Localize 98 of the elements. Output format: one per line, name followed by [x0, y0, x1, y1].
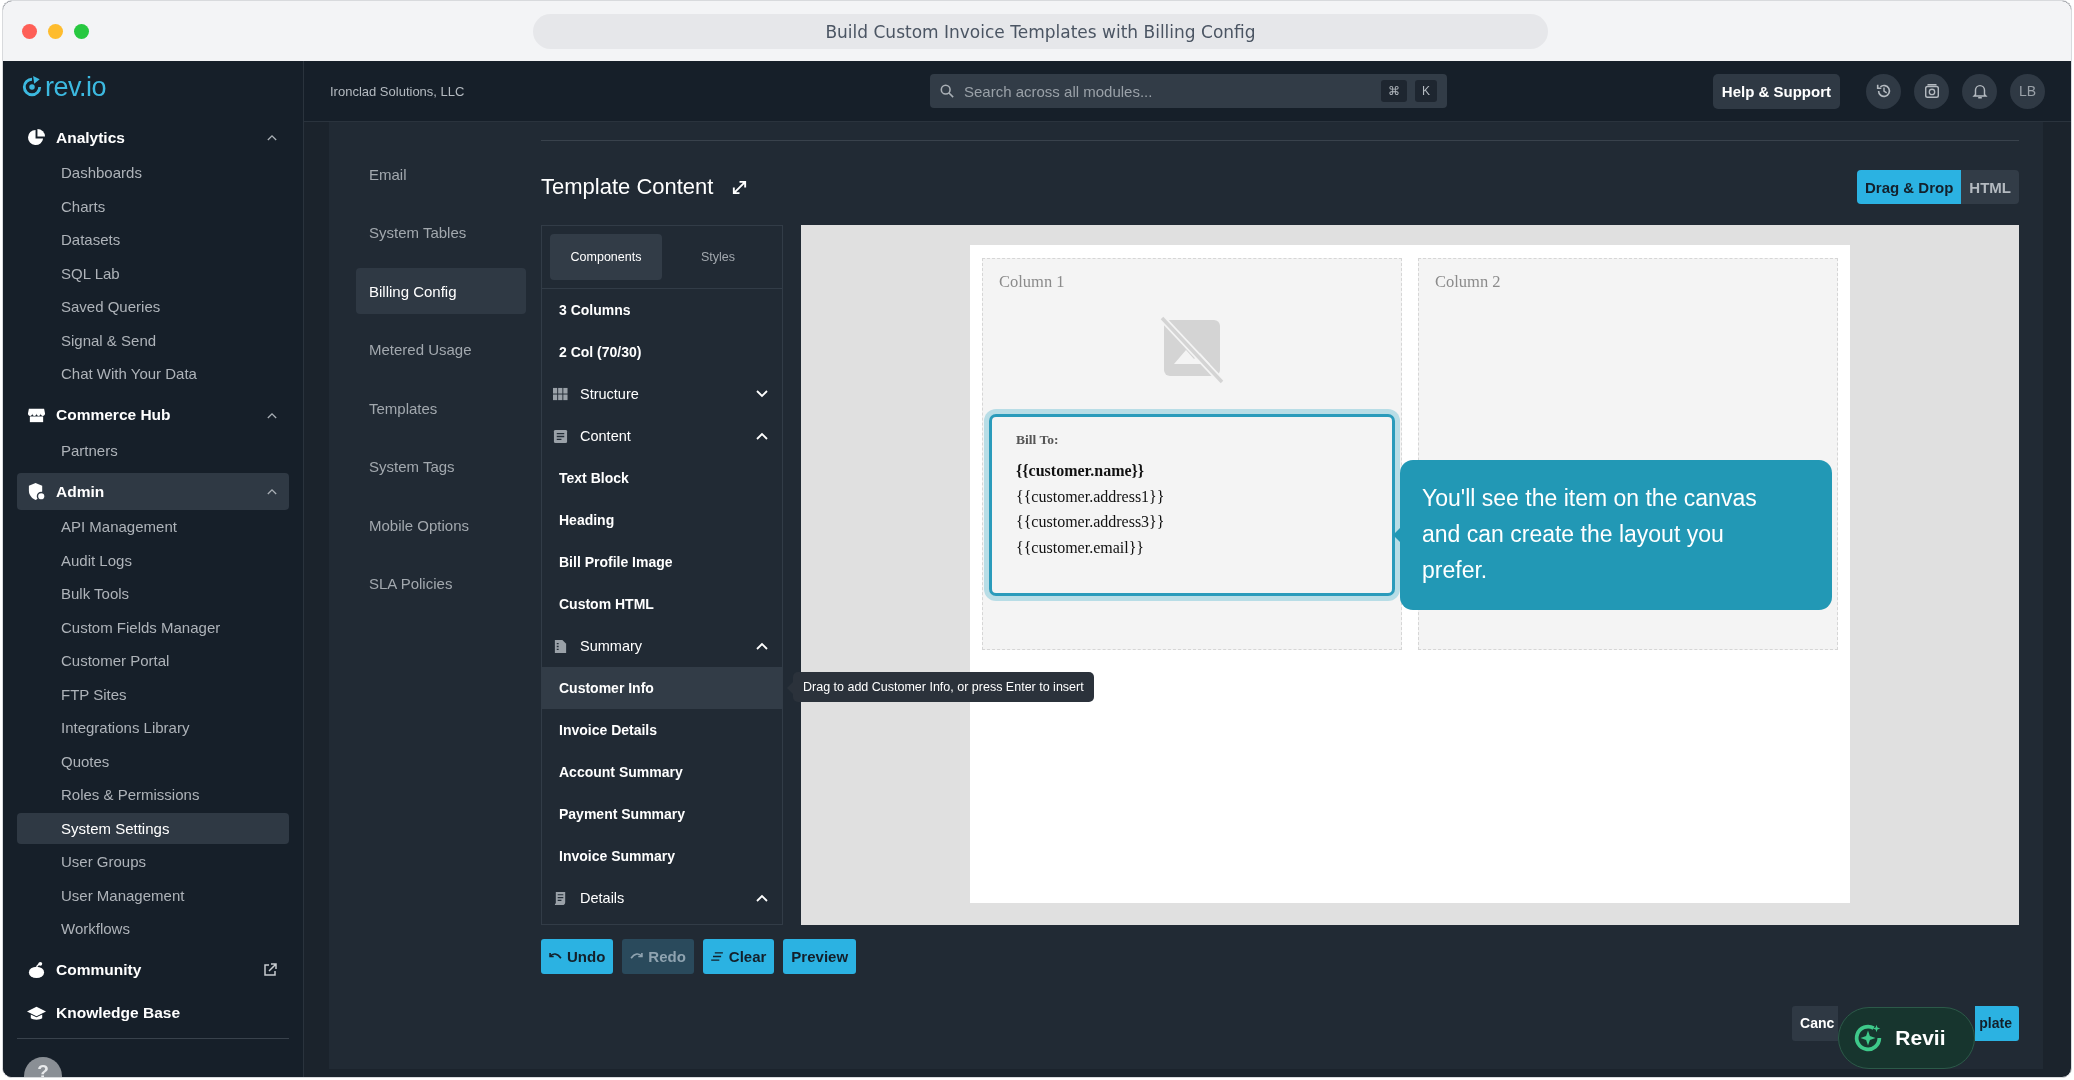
- column-label: Column 2: [1434, 272, 1501, 292]
- template-placeholder: {{customer.email}}: [1016, 537, 1146, 558]
- settings-nav-item[interactable]: Billing Config: [356, 268, 526, 314]
- image-placeholder-icon: [1160, 316, 1224, 384]
- history-icon[interactable]: [1866, 73, 1901, 109]
- window-title: Build Custom Invoice Templates with Billing Config: [533, 14, 1548, 49]
- tooltip: Drag to add Customer Info, or press Enter to insert: [793, 672, 1094, 702]
- component-item[interactable]: 3 Columns: [542, 289, 782, 331]
- company-name: Ironclad Solutions, LLC: [330, 83, 466, 99]
- component-item[interactable]: Invoice Summary: [542, 835, 782, 877]
- notifications-icon[interactable]: [1962, 73, 1997, 109]
- panel-tab[interactable]: Components: [550, 234, 662, 280]
- settings-nav-item[interactable]: Templates: [356, 385, 526, 431]
- section-title: Template Content: [541, 174, 714, 200]
- search-icon: [940, 84, 954, 98]
- component-group[interactable]: Details: [542, 877, 782, 919]
- sidebar-item[interactable]: Charts: [17, 189, 289, 223]
- sidebar-item[interactable]: API Management: [17, 510, 289, 544]
- toolbar-button[interactable]: Undo: [541, 939, 614, 974]
- bill-to-label: Bill To:: [1016, 432, 1060, 448]
- component-group[interactable]: Structure: [542, 373, 782, 415]
- template-placeholder: {{customer.address3}}: [1016, 512, 1166, 532]
- sidebar-item[interactable]: Audit Logs: [17, 543, 289, 577]
- component-item[interactable]: Heading: [542, 499, 782, 541]
- external-link-icon[interactable]: [263, 963, 277, 977]
- assistant-button[interactable]: Revii: [1838, 1007, 1976, 1069]
- chevron-up-icon[interactable]: [267, 411, 277, 419]
- sidebar-section[interactable]: Analytics: [17, 119, 289, 156]
- logo-icon: [21, 76, 43, 98]
- sidebar-item[interactable]: FTP Sites: [17, 677, 289, 711]
- close-window-button[interactable]: [22, 23, 37, 39]
- file-icon: [553, 638, 568, 654]
- settings-nav-item[interactable]: System Tables: [356, 209, 526, 256]
- sidebar-item[interactable]: Customer Portal: [17, 644, 289, 678]
- chevron-up-icon[interactable]: [267, 134, 277, 141]
- mode-tab[interactable]: HTML: [1961, 170, 2019, 204]
- sidebar-item[interactable]: Quotes: [17, 744, 289, 778]
- grid-icon: [553, 386, 568, 402]
- expand-icon[interactable]: [731, 178, 749, 196]
- chevron-down-icon[interactable]: [756, 390, 768, 398]
- clear-lines-icon: [710, 952, 724, 961]
- sidebar-item[interactable]: Saved Queries: [17, 290, 289, 324]
- sidebar-section[interactable]: Knowledge Base: [17, 994, 289, 1032]
- template-placeholder: {{customer.address1}}: [1016, 486, 1166, 507]
- component-item[interactable]: Bill Profile Image: [542, 541, 782, 583]
- settings-nav-item[interactable]: SLA Policies: [356, 560, 526, 607]
- component-item[interactable]: Customer Info: [542, 667, 782, 709]
- settings-nav-item[interactable]: System Tags: [356, 443, 526, 490]
- component-item[interactable]: 2 Col (70/30): [542, 331, 782, 373]
- settings-nav-item[interactable]: Email: [356, 151, 526, 197]
- sidebar-item[interactable]: Integrations Library: [17, 711, 289, 745]
- help-support-button[interactable]: Help & Support: [1712, 73, 1840, 109]
- sidebar-item[interactable]: Signal & Send: [17, 323, 289, 357]
- sidebar-section[interactable]: Commerce Hub: [17, 396, 289, 434]
- redo-icon: [630, 952, 644, 961]
- search-field[interactable]: Search across all modules...: [962, 81, 1373, 101]
- shield-icon: [27, 482, 46, 501]
- template-placeholder: {{customer.name}}: [1016, 461, 1146, 481]
- component-item[interactable]: Custom HTML: [542, 583, 782, 625]
- sidebar-section[interactable]: Community: [17, 951, 289, 989]
- shortcut-key: K: [1415, 80, 1437, 102]
- undo-icon: [549, 952, 562, 961]
- logo[interactable]: rev.io: [45, 71, 107, 103]
- sidebar-section[interactable]: Admin: [17, 473, 289, 510]
- sidebar-item[interactable]: Roles & Permissions: [17, 778, 289, 812]
- settings-nav-item[interactable]: Metered Usage: [356, 326, 526, 373]
- sidebar-item[interactable]: System Settings: [17, 812, 289, 844]
- coach-mark: You'll see the item on the canvas and can create the layout you prefer.: [1400, 460, 1832, 610]
- search-bar[interactable]: Search across all modules... ⌘ K: [930, 74, 1447, 108]
- sidebar-item[interactable]: Bulk Tools: [17, 577, 289, 611]
- component-group[interactable]: Summary: [542, 625, 782, 667]
- sidebar-item[interactable]: User Groups: [17, 845, 289, 879]
- sidebar-item[interactable]: User Management: [17, 878, 289, 912]
- component-item[interactable]: Text Block: [542, 457, 782, 499]
- component-item[interactable]: Payment Summary: [542, 793, 782, 835]
- sidebar-item[interactable]: Partners: [17, 433, 289, 467]
- toolbar-button[interactable]: Clear: [702, 939, 775, 974]
- sidebar-item[interactable]: Workflows: [17, 912, 289, 946]
- sidebar-item[interactable]: Datasets: [17, 223, 289, 257]
- receipt-icon: [553, 890, 568, 906]
- toolbar-button[interactable]: Preview: [783, 939, 857, 974]
- component-item[interactable]: Invoice Details: [542, 709, 782, 751]
- pie-chart-icon: [27, 128, 46, 147]
- shortcut-key: ⌘: [1381, 80, 1407, 102]
- sidebar-item[interactable]: Dashboards: [17, 156, 289, 190]
- column-label: Column 1: [998, 272, 1065, 292]
- mode-tab[interactable]: Drag & Drop: [1857, 170, 1962, 204]
- sidebar-item[interactable]: Custom Fields Manager: [17, 610, 289, 644]
- panel-tab[interactable]: Styles: [662, 234, 774, 280]
- component-item[interactable]: Account Summary: [542, 751, 782, 793]
- component-group[interactable]: Content: [542, 415, 782, 457]
- sidebar-item[interactable]: SQL Lab: [17, 256, 289, 290]
- document-icon: [553, 428, 568, 444]
- cancel-button[interactable]: Canc: [1792, 1005, 1839, 1041]
- user-avatar[interactable]: LB: [2010, 73, 2045, 109]
- sidebar-item[interactable]: Chat With Your Data: [17, 357, 289, 391]
- save-button[interactable]: plate: [1975, 1005, 2019, 1041]
- settings-nav-item[interactable]: Mobile Options: [356, 502, 526, 548]
